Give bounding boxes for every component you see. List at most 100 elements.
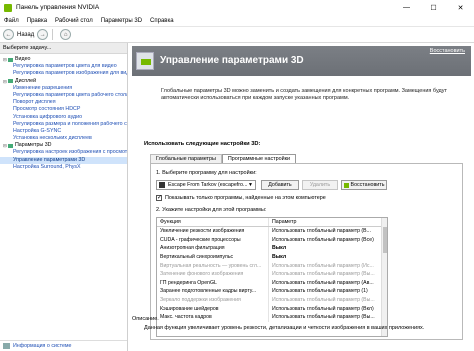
parameter-cell[interactable]: Использовать глобальный параметр (В... — [269, 227, 387, 236]
parameter-cell[interactable]: Использовать глобальный параметр (Вы... — [269, 313, 387, 322]
back-button[interactable]: ← Назад — [3, 28, 34, 41]
sidebar-item-selected[interactable]: Управление параметрами 3D — [0, 156, 127, 164]
window-controls: — ☐ ✕ — [393, 0, 474, 15]
sidebar-item[interactable]: Просмотр состояния HDCP — [0, 106, 127, 113]
toolbar-separator — [52, 29, 54, 40]
tab-global-settings[interactable]: Глобальные параметры — [150, 154, 222, 163]
page-description: Глобальные параметры 3D можно заменить и… — [161, 88, 448, 101]
restore-defaults-link[interactable]: Восстановить — [430, 48, 465, 54]
function-cell: CUDA - графические процессоры — [157, 235, 269, 245]
parameter-cell[interactable]: Использовать глобальный параметр (Все) — [269, 236, 387, 245]
window-title: Панель управления NVIDIA — [16, 4, 100, 11]
column-header-parameter[interactable]: Параметр — [269, 218, 387, 226]
function-cell: Увеличение резкости изображения — [157, 227, 269, 236]
function-cell: Заранее подготовленные кадры вирту... — [157, 287, 269, 296]
sidebar-item[interactable]: Установка цифрового аудио — [0, 114, 127, 121]
sidebar-category[interactable]: ⊟ Видео — [0, 56, 127, 63]
sidebar-item[interactable]: Настройка G-SYNC — [0, 128, 127, 135]
function-cell: Зеркало поддержки изображения — [157, 295, 269, 305]
sidebar-item[interactable]: Регулировка настроек изображения с просм… — [0, 149, 127, 156]
table-row[interactable]: Заранее подготовленные кадры вирту... Исп… — [157, 287, 387, 296]
nvidia-app-icon — [4, 3, 12, 12]
table-row[interactable]: Затенение фонового изображения Использова… — [157, 269, 387, 279]
table-row[interactable]: Вертикальный синхроимпульс Выкл — [157, 252, 387, 262]
sidebar-category[interactable]: ⊟ Параметры 3D — [0, 142, 127, 149]
parameter-cell[interactable]: Использовать глобальный параметр (Вкл) — [269, 304, 387, 313]
parameter-cell[interactable]: Использовать глобальный параметр (Ав... — [269, 279, 387, 288]
parameter-cell[interactable]: Использовать глобальный параметр (Вы... — [269, 270, 387, 279]
sidebar-item-label: Регулировка параметров цвета для видео — [13, 63, 117, 70]
forward-arrow-icon: → — [37, 29, 49, 40]
parameter-cell[interactable]: Использовать глобальный параметр (1) — [269, 287, 387, 296]
table-scrollbar[interactable] — [381, 218, 387, 336]
sidebar-item[interactable]: Настройка Surround, PhysX — [0, 164, 127, 171]
menu-3d-settings[interactable]: Параметры 3D — [97, 18, 146, 24]
sidebar-item[interactable]: Регулировка параметров изображения для в… — [0, 70, 127, 77]
settings-table: Функция Параметр Увеличение резкости изо… — [156, 217, 388, 337]
parameter-cell[interactable]: Выкл — [269, 253, 387, 262]
tab-program-settings[interactable]: Программные настройки — [221, 154, 296, 163]
program-select[interactable]: Escape From Tarkov (escapefro... ▼ — [156, 180, 256, 190]
sidebar-category[interactable]: ⊟ Дисплей — [0, 78, 127, 85]
main-content: Управление параметрами 3D Восстановить Г… — [129, 43, 474, 351]
table-row[interactable]: Увеличение резкости изображения Использов… — [157, 227, 387, 236]
function-cell: ГП рендеринга OpenGL — [157, 278, 269, 288]
forward-button[interactable]: → — [37, 28, 49, 41]
close-button[interactable]: ✕ — [447, 0, 474, 15]
category-icon — [8, 143, 13, 148]
table-row[interactable]: Кэширование шейдеров Использовать глобаль… — [157, 304, 387, 313]
program-settings-panel: 1. Выберите программу для настройки: Esc… — [150, 163, 463, 340]
step1-label: 1. Выберите программу для настройки: — [156, 170, 257, 176]
use-settings-heading: Использовать следующие настройки 3D: — [144, 141, 261, 147]
table-row[interactable]: Виртуальная реальность — уровень сгл... И… — [157, 261, 387, 270]
sidebar-category-label: Параметры 3D — [15, 142, 52, 149]
parameter-cell[interactable]: Выкл — [269, 244, 387, 253]
menu-desktop[interactable]: Рабочий стол — [51, 18, 97, 24]
show-only-found-checkbox[interactable]: Показывать только программы, найденные н… — [156, 194, 326, 201]
back-label: Назад — [17, 31, 35, 38]
sidebar-item[interactable]: Регулировка параметров цвета рабочего ст… — [0, 92, 127, 99]
title-bar: Панель управления NVIDIA — ☐ ✕ — [0, 0, 474, 15]
3d-settings-icon — [136, 52, 154, 70]
maximize-button[interactable]: ☐ — [420, 0, 447, 15]
sidebar-item-label: Поворот дисплея — [13, 99, 56, 106]
home-button[interactable]: ⌂ — [60, 28, 72, 41]
parameter-cell[interactable]: Использовать глобальный параметр (Ис... — [269, 261, 387, 270]
category-icon — [8, 57, 13, 62]
menu-edit[interactable]: Правка — [23, 18, 51, 24]
column-header-function[interactable]: Функция — [157, 218, 269, 226]
sidebar-item[interactable]: Изменение разрешения — [0, 85, 127, 92]
restore-button[interactable]: Восстановить — [341, 180, 387, 190]
back-arrow-icon: ← — [3, 29, 14, 40]
home-icon: ⌂ — [60, 29, 72, 40]
system-info-link[interactable]: Информация о системе — [0, 340, 127, 351]
function-cell: Анизотропная фильтрация — [157, 244, 269, 253]
sidebar-item[interactable]: Установка нескольких дисплеев — [0, 135, 127, 142]
add-button[interactable]: Добавить — [261, 180, 299, 190]
sidebar-item[interactable]: Регулировка параметров цвета для видео — [0, 63, 127, 70]
table-row[interactable]: Зеркало поддержки изображения Использоват… — [157, 295, 387, 305]
remove-button[interactable]: Удалить — [302, 180, 338, 190]
sidebar-item[interactable]: Поворот дисплея — [0, 99, 127, 106]
nvidia-icon — [343, 182, 349, 188]
parameter-cell[interactable]: Использовать глобальный параметр (Вы... — [269, 296, 387, 305]
function-cell: Макс. частота кадров — [157, 312, 269, 322]
checkbox-checked-icon — [156, 194, 162, 201]
sidebar-item-label: Настройка Surround, PhysX — [13, 163, 81, 170]
table-row[interactable]: CUDA - графические процессоры Использоват… — [157, 235, 387, 245]
menu-help[interactable]: Справка — [146, 18, 178, 24]
scrollbar-thumb[interactable] — [383, 227, 387, 253]
table-row[interactable]: Макс. частота кадров Использовать глобаль… — [157, 312, 387, 322]
category-icon — [8, 79, 13, 84]
sidebar-item-label: Изменение разрешения — [13, 84, 73, 91]
sidebar-item-label: Регулировка параметров изображения для в… — [13, 70, 127, 77]
sidebar-item[interactable]: Регулировка размера и положения рабочего… — [0, 121, 127, 128]
minimize-button[interactable]: — — [393, 0, 420, 15]
table-row[interactable]: Анизотропная фильтрация Выкл — [157, 244, 387, 253]
sidebar-category-label: Дисплей — [15, 77, 37, 84]
sidebar-item-label: Установка цифрового аудио — [13, 113, 83, 120]
restore-button-label: Восстановить — [350, 182, 385, 188]
task-tree: ⊟ Видео Регулировка параметров цвета для в… — [0, 54, 127, 171]
menu-file[interactable]: Файл — [0, 18, 23, 24]
table-row[interactable]: ГП рендеринга OpenGL Использовать глобаль… — [157, 278, 387, 288]
